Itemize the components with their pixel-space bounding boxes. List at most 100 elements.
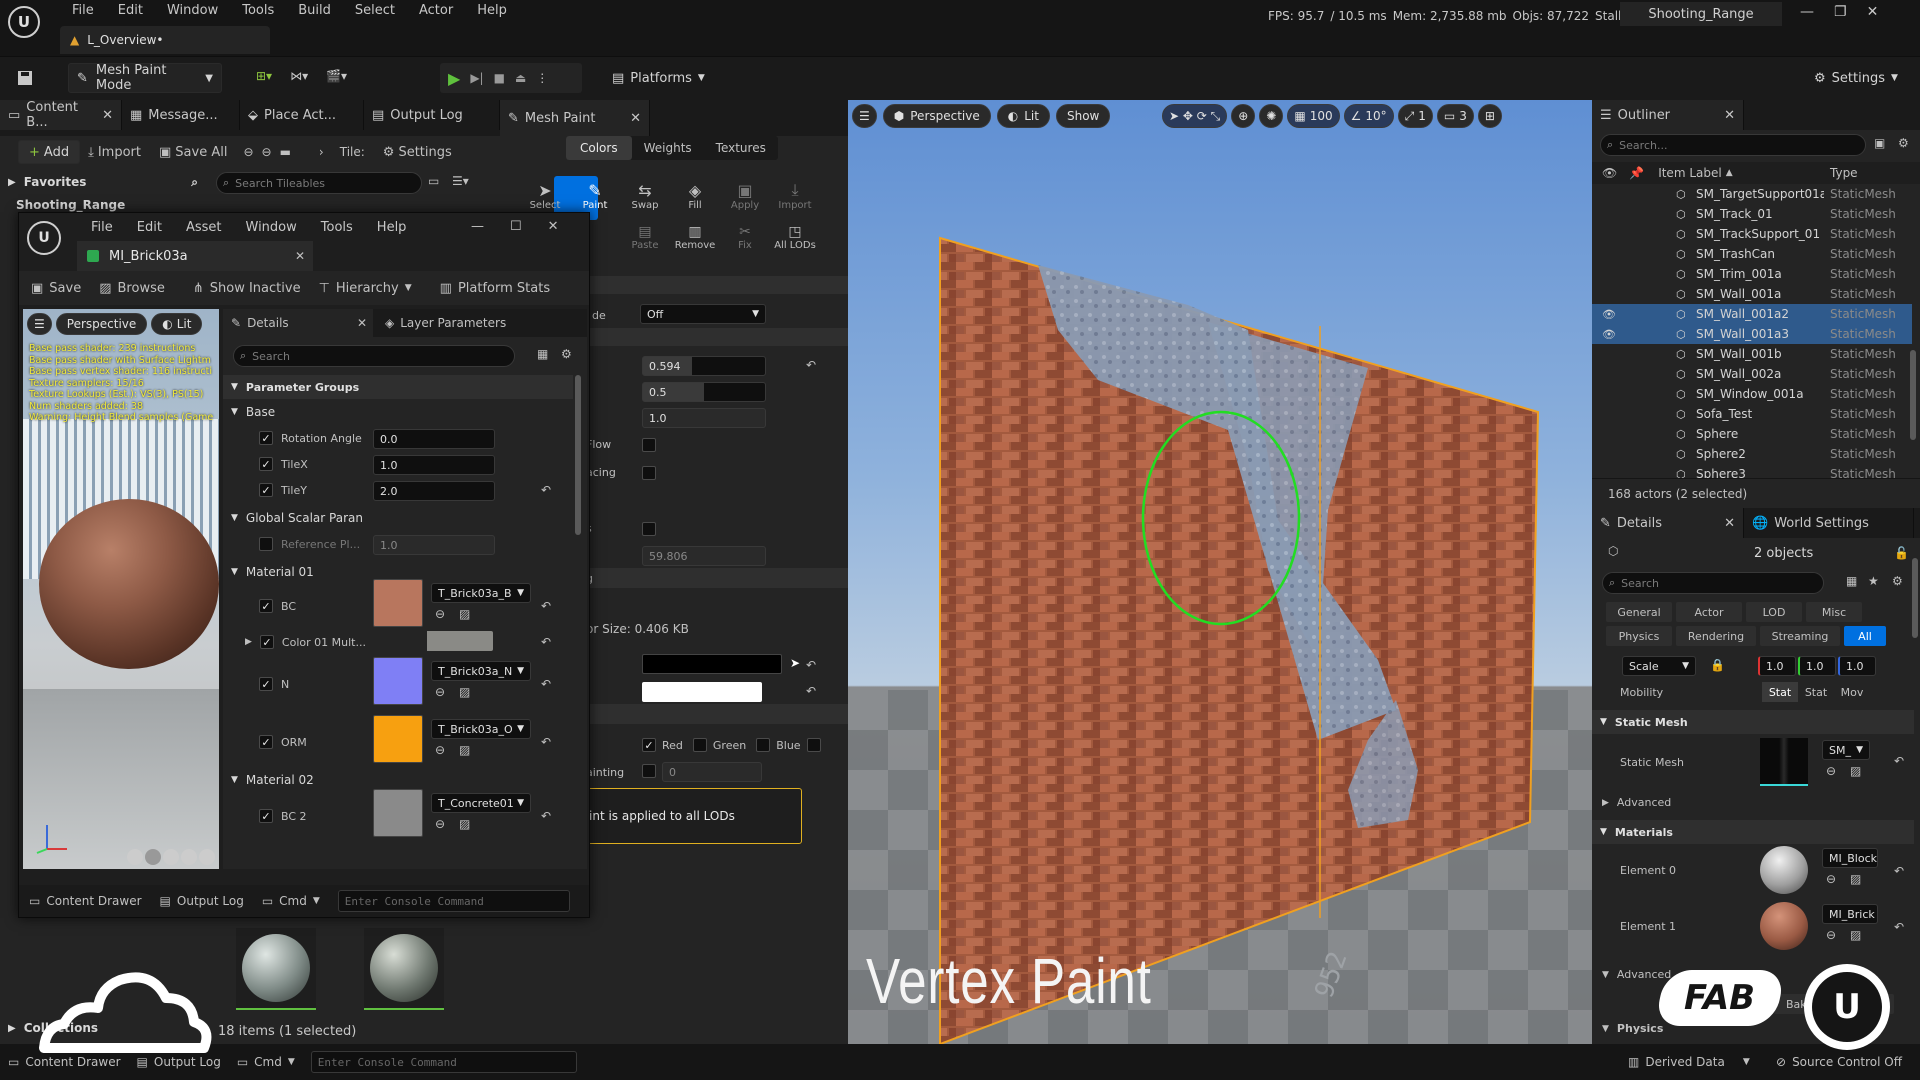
filter-misc[interactable]: Misc: [1806, 602, 1862, 622]
close-icon[interactable]: ✕: [1867, 4, 1879, 20]
outliner-row[interactable]: ⬡ SM_Window_001a StaticMesh: [1592, 384, 1912, 404]
cb-settings-button[interactable]: ⚙ Settings: [383, 145, 452, 160]
close-icon[interactable]: ✕: [102, 108, 113, 123]
swap-tool[interactable]: ⇆ Swap: [620, 181, 670, 211]
outliner-row[interactable]: ⬡ Sphere2 StaticMesh: [1592, 444, 1912, 464]
sphere-icon[interactable]: [145, 849, 161, 865]
console-input[interactable]: Enter Console Command: [337, 890, 570, 912]
scale-x-input[interactable]: 1.0: [1758, 656, 1796, 676]
step-icon[interactable]: ▶|: [470, 71, 483, 85]
reset-arrow-icon[interactable]: ↶: [541, 483, 551, 497]
scale-z-input[interactable]: 1.0: [1838, 656, 1876, 676]
hamburger-icon[interactable]: ☰: [27, 313, 52, 335]
alpha-checkbox[interactable]: [806, 738, 821, 752]
filter-rendering[interactable]: Rendering: [1676, 626, 1756, 646]
source-control-button[interactable]: ⊘ Source Control Off: [1776, 1055, 1902, 1069]
outliner-row[interactable]: ⬡ SM_Track_01 StaticMesh: [1592, 204, 1912, 224]
tab-details[interactable]: ✎ Details ✕: [223, 309, 373, 337]
color-mult-swatch[interactable]: [373, 631, 493, 651]
fill-tool[interactable]: ◈ Fill: [670, 181, 720, 211]
folder-icon[interactable]: ▬: [280, 145, 291, 159]
setting-checkbox[interactable]: [642, 522, 656, 536]
reset-arrow-icon[interactable]: ↶: [541, 735, 551, 749]
browse-asset-icon[interactable]: ▨: [1850, 928, 1861, 942]
outliner-row[interactable]: ⬡ Sphere StaticMesh: [1592, 424, 1912, 444]
angle-snap-button[interactable]: ∠ 10°: [1343, 104, 1394, 128]
console-input[interactable]: Enter Console Command: [310, 1051, 577, 1073]
browse-asset-icon[interactable]: ▨: [459, 607, 470, 621]
save-button[interactable]: ▣ Save: [31, 281, 81, 296]
painting-checkbox[interactable]: [642, 764, 656, 778]
gear-icon[interactable]: ⚙: [561, 347, 572, 361]
filter-general[interactable]: General: [1606, 602, 1672, 622]
add-button[interactable]: + Add: [18, 140, 81, 164]
menu-build[interactable]: Build: [286, 0, 343, 22]
tab-textures[interactable]: Textures: [704, 136, 778, 160]
menu-edit[interactable]: Edit: [106, 0, 155, 22]
layout-icon[interactable]: ⊞: [1477, 104, 1502, 128]
scale-mode-dropdown[interactable]: Scale ▼: [1622, 656, 1696, 676]
perspective-button[interactable]: ⬢ Perspective: [882, 104, 991, 128]
bc2-texture-dropdown[interactable]: T_Concrete01 ▼: [431, 793, 531, 813]
tab-outliner[interactable]: ☰ Outliner ✕: [1592, 100, 1744, 130]
asset-thumbnail[interactable]: [236, 928, 316, 1010]
bc-texture-dropdown[interactable]: T_Brick03a_B ▼: [431, 583, 531, 603]
bc2-checkbox[interactable]: [259, 809, 273, 823]
use-selected-icon[interactable]: ⊖: [1826, 872, 1836, 886]
output-log-button[interactable]: ▤ Output Log: [160, 894, 244, 908]
reset-arrow-icon[interactable]: ↶: [541, 599, 551, 613]
menu-actor[interactable]: Actor: [407, 0, 465, 22]
outliner-row[interactable]: ⬡ SM_Wall_002a StaticMesh: [1592, 364, 1912, 384]
reference-input[interactable]: 1.0: [373, 535, 495, 555]
menu-tools[interactable]: Tools: [230, 0, 286, 22]
mobility-static[interactable]: Stat: [1762, 682, 1798, 702]
menu-tools[interactable]: Tools: [309, 217, 365, 239]
add-actor-icon[interactable]: ⊞▾: [256, 69, 272, 83]
visibility-icon[interactable]: 👁: [1602, 328, 1616, 341]
outliner-row[interactable]: 👁 ⬡ SM_Wall_001a2 StaticMesh: [1592, 304, 1912, 324]
flow-checkbox[interactable]: [642, 438, 656, 452]
mobility-movable[interactable]: Mov: [1834, 682, 1870, 702]
col-type[interactable]: Type: [1830, 166, 1858, 180]
reset-arrow-icon[interactable]: ↶: [806, 684, 816, 698]
red-checkbox[interactable]: [642, 738, 656, 752]
cylinder-icon[interactable]: [127, 849, 143, 865]
outliner-row[interactable]: ⬡ SM_TargetSupport01a StaticMesh: [1592, 184, 1912, 204]
surface-snap-icon[interactable]: ✺: [1259, 104, 1284, 128]
reset-arrow-icon[interactable]: ↶: [541, 677, 551, 691]
swap-colors-icon[interactable]: ➤: [790, 656, 800, 670]
remove-tool[interactable]: ▥ Remove: [670, 224, 720, 251]
asset-thumbnail[interactable]: [364, 928, 444, 1010]
filter-streaming[interactable]: Streaming: [1760, 626, 1840, 646]
save-level-icon[interactable]: [14, 67, 36, 89]
physics-section[interactable]: ▼ Physics: [1602, 1022, 1663, 1035]
hamburger-icon[interactable]: ☰: [852, 104, 877, 128]
history-back-icon[interactable]: ⊖: [243, 145, 253, 159]
tab-layer-parameters[interactable]: ◈ Layer Parameters: [373, 316, 506, 330]
table-view-icon[interactable]: ▦: [537, 347, 548, 361]
minimize-icon[interactable]: —: [471, 219, 484, 234]
browse-asset-icon[interactable]: ▨: [1850, 764, 1861, 778]
tab-world-settings[interactable]: 🌐 World Settings: [1744, 508, 1914, 538]
blue-checkbox[interactable]: [756, 738, 771, 752]
play-icon[interactable]: ▶: [448, 69, 460, 88]
material01-header[interactable]: ▼ Material 01: [231, 565, 314, 579]
filter-actor[interactable]: Actor: [1676, 602, 1742, 622]
tilex-input[interactable]: 1.0: [373, 455, 495, 475]
minimize-icon[interactable]: —: [1800, 4, 1814, 20]
tab-colors[interactable]: Colors: [566, 136, 632, 160]
derived-data-button[interactable]: ▥ Derived Data ▼: [1628, 1055, 1750, 1069]
reset-arrow-icon[interactable]: ↶: [1894, 920, 1904, 934]
scale-snap-button[interactable]: ⤢ 1: [1397, 104, 1433, 128]
camera-speed-button[interactable]: ▭ 3: [1436, 104, 1474, 128]
n-checkbox[interactable]: [259, 677, 273, 691]
maximize-icon[interactable]: ☐: [510, 219, 522, 234]
output-log-button[interactable]: ▤ Output Log: [137, 1055, 221, 1069]
orm-checkbox[interactable]: [259, 735, 273, 749]
paint-tool[interactable]: ✎ Paint: [570, 181, 620, 211]
mode-dropdown[interactable]: Off ▼: [640, 304, 766, 324]
cmd-dropdown[interactable]: ▭ Cmd ▼: [237, 1055, 295, 1069]
save-all-button[interactable]: ▣ Save All: [159, 145, 227, 160]
close-icon[interactable]: ✕: [548, 219, 559, 234]
rotation-angle-checkbox[interactable]: [259, 431, 273, 445]
